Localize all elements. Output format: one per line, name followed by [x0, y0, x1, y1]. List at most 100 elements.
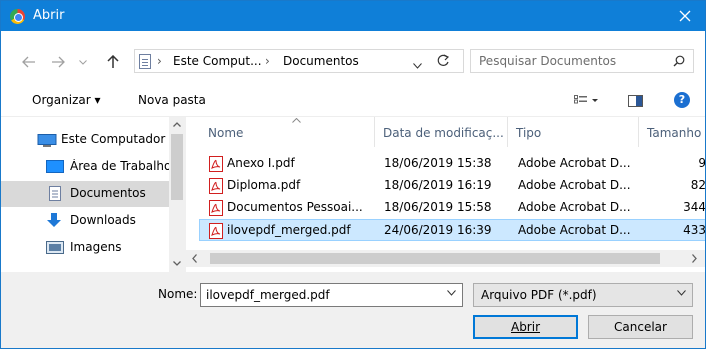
scroll-right-icon[interactable]	[692, 254, 697, 263]
column-label: Nome	[208, 126, 244, 140]
column-label: Data de modificaç...	[383, 126, 504, 140]
search-icon	[673, 55, 685, 70]
file-size: 344	[683, 200, 705, 214]
file-row[interactable]: Anexo I.pdf 18/06/2019 15:38 Adobe Acrob…	[200, 153, 705, 175]
address-dropdown[interactable]	[413, 58, 422, 72]
desktop-icon	[46, 160, 64, 173]
nav-item-label: Área de Trabalho	[70, 159, 172, 173]
refresh-icon	[437, 54, 450, 66]
close-button[interactable]	[665, 1, 705, 31]
pdf-icon	[209, 200, 223, 216]
chevron-down-icon	[413, 63, 422, 69]
column-header-date[interactable]: Data de modificaç...	[375, 117, 508, 147]
file-list: Nome Data de modificaç... Tipo Tamanho A…	[186, 117, 705, 272]
preview-pane-button[interactable]	[628, 95, 643, 110]
open-button[interactable]: Abrir	[473, 315, 578, 339]
document-icon	[139, 54, 151, 69]
arrow-left-icon	[22, 56, 35, 68]
computer-icon	[37, 134, 57, 147]
filename-label: Nome:	[158, 287, 198, 301]
file-size: 9	[698, 156, 705, 170]
file-row-selected[interactable]: ilovepdf_merged.pdf 24/06/2019 16:39 Ado…	[199, 219, 705, 241]
chevron-down-icon[interactable]	[447, 290, 456, 296]
nav-item-images[interactable]: Imagens	[1, 235, 169, 261]
view-options-button[interactable]	[574, 95, 600, 110]
file-date: 18/06/2019 16:19	[384, 178, 492, 192]
filename-input[interactable]: ilovepdf_merged.pdf	[200, 283, 463, 307]
file-date: 18/06/2019 15:58	[384, 200, 492, 214]
column-header-size[interactable]: Tamanho	[639, 117, 705, 147]
scroll-left-icon[interactable]	[192, 254, 197, 263]
search-placeholder: Pesquisar Documentos	[479, 54, 617, 68]
command-toolbar: Organizar ▾ Nova pasta ?	[1, 85, 705, 117]
file-type: Adobe Acrobat D...	[518, 200, 631, 214]
breadcrumb-separator: ›	[157, 54, 162, 68]
nav-scroll-thumb[interactable]	[171, 134, 183, 200]
file-name: Documentos Pessoai...	[227, 200, 363, 214]
nav-scrollbar[interactable]	[169, 117, 185, 272]
chrome-icon	[10, 9, 25, 24]
scroll-up-icon[interactable]	[173, 122, 181, 127]
breadcrumb-separator: ›	[265, 54, 270, 68]
up-button[interactable]	[105, 53, 121, 71]
file-name: Diploma.pdf	[227, 178, 301, 192]
chevron-down-icon	[79, 59, 87, 65]
nav-item-documents[interactable]: Documentos	[1, 181, 169, 207]
help-button[interactable]: ?	[674, 92, 690, 108]
file-date: 18/06/2019 15:38	[384, 156, 492, 170]
filetype-value: Arquivo PDF (*.pdf)	[481, 288, 597, 302]
file-size: 433	[683, 223, 705, 237]
filename-value: ilovepdf_merged.pdf	[206, 288, 330, 302]
nav-item-label: Documentos	[70, 186, 146, 200]
forward-button[interactable]	[50, 53, 66, 71]
column-header-name[interactable]: Nome	[200, 117, 375, 147]
nav-item-label: Downloads	[70, 213, 136, 227]
file-row[interactable]: Documentos Pessoai... 18/06/2019 15:58 A…	[200, 197, 705, 219]
file-type: Adobe Acrobat D...	[518, 178, 631, 192]
nav-item-downloads[interactable]: Downloads	[1, 208, 169, 234]
nav-item-this-pc[interactable]: Este Computador	[1, 127, 169, 153]
file-row[interactable]: Diploma.pdf 18/06/2019 16:19 Adobe Acrob…	[200, 175, 705, 197]
arrow-right-icon	[52, 56, 65, 68]
recent-locations-button[interactable]	[77, 53, 89, 71]
navigation-bar: › Este Comput... › Documentos Pesquisar …	[1, 31, 705, 85]
address-bar[interactable]: › Este Comput... › Documentos	[134, 49, 464, 73]
cancel-button-label: Cancelar	[614, 320, 667, 334]
search-input[interactable]: Pesquisar Documentos	[470, 49, 694, 73]
organize-menu[interactable]: Organizar ▾	[32, 93, 101, 107]
column-label: Tipo	[516, 126, 542, 140]
close-icon	[679, 10, 691, 22]
breadcrumb-this-pc[interactable]: Este Comput...	[173, 54, 262, 68]
download-icon	[47, 213, 61, 227]
column-label: Tamanho	[647, 126, 702, 140]
open-button-label: Abrir	[510, 320, 541, 334]
images-icon	[46, 241, 64, 254]
pdf-icon	[209, 223, 223, 239]
chevron-down-icon	[677, 290, 686, 296]
sort-ascending-icon	[292, 118, 301, 123]
window-title: Abrir	[33, 8, 65, 23]
back-button[interactable]	[21, 53, 37, 71]
nav-item-desktop[interactable]: Área de Trabalho	[1, 154, 171, 180]
preview-pane-icon	[628, 95, 643, 107]
navigation-pane: Este Computador Área de Trabalho Documen…	[1, 117, 185, 272]
nav-item-label: Este Computador	[61, 132, 166, 146]
new-folder-button[interactable]: Nova pasta	[138, 93, 206, 107]
dialog-footer: Nome: ilovepdf_merged.pdf Arquivo PDF (*…	[1, 272, 705, 348]
nav-item-label: Imagens	[70, 240, 122, 254]
view-list-icon	[574, 95, 598, 104]
hscroll-thumb[interactable]	[210, 253, 660, 264]
filetype-select[interactable]: Arquivo PDF (*.pdf)	[473, 283, 693, 307]
file-type: Adobe Acrobat D...	[518, 156, 631, 170]
documents-icon	[49, 186, 61, 201]
breadcrumb-documents[interactable]: Documentos	[283, 54, 359, 68]
scroll-down-icon[interactable]	[173, 261, 181, 266]
file-type: Adobe Acrobat D...	[518, 223, 631, 237]
column-header-type[interactable]: Tipo	[508, 117, 639, 147]
file-date: 24/06/2019 16:39	[384, 223, 492, 237]
refresh-button[interactable]	[437, 54, 450, 71]
title-bar: Abrir	[1, 1, 705, 31]
file-name: Anexo I.pdf	[227, 156, 295, 170]
file-list-hscrollbar[interactable]	[186, 250, 705, 267]
cancel-button[interactable]: Cancelar	[588, 315, 693, 339]
